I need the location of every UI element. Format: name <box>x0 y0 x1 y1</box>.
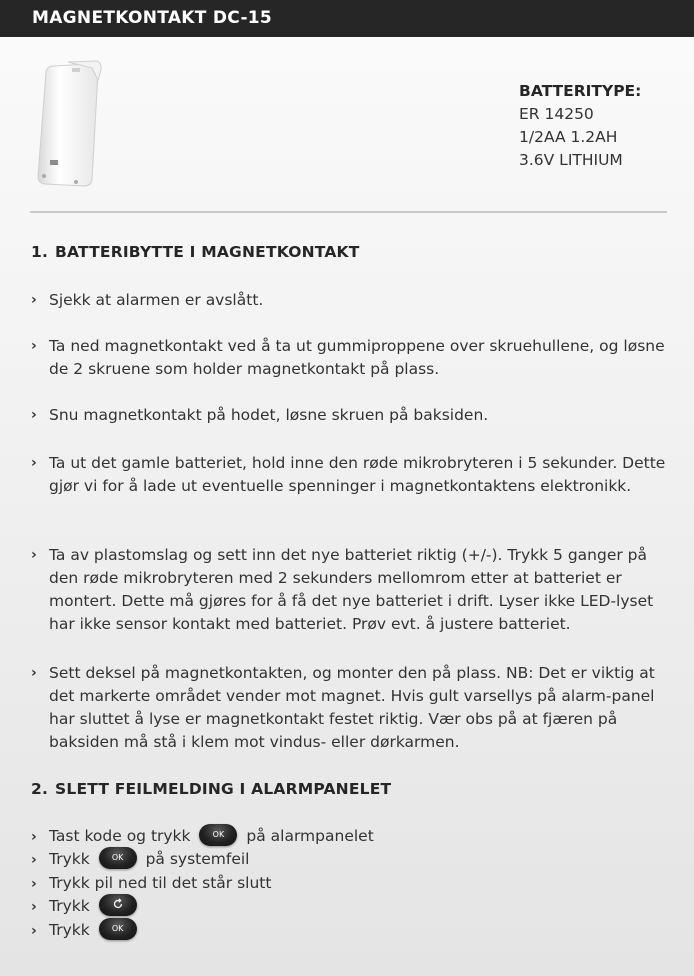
step-text: Trykk <box>49 921 90 939</box>
battery-line: 3.6V LITHIUM <box>519 151 623 169</box>
bullet-arrow-icon: › <box>31 899 37 915</box>
list-item: › Snu magnetkontakt på hodet, løsne skru… <box>31 404 671 427</box>
step-item: › Trykk OK <box>31 918 141 942</box>
bullet-arrow-icon: › <box>31 923 37 939</box>
list-item-text: Ta ned magnetkontakt ved å ta ut gummipr… <box>49 337 665 378</box>
list-item: › Sett deksel på magnetkontakten, og mon… <box>31 662 671 754</box>
bullet-arrow-icon: › <box>31 876 37 892</box>
ok-key-icon: OK <box>98 918 137 940</box>
bullet-arrow-icon: › <box>31 338 37 354</box>
bullet-arrow-icon: › <box>31 455 37 471</box>
step-text: Trykk <box>49 850 90 868</box>
bullet-arrow-icon: › <box>31 829 37 845</box>
step-text: Tast kode og trykk <box>49 827 191 845</box>
ok-key-icon: OK <box>98 847 137 869</box>
list-item: › Ta av plastomslag og sett inn det nye … <box>31 544 671 636</box>
section-title-text: SLETT FEILMELDING I ALARMPANELET <box>55 780 392 798</box>
list-item: › Ta ned magnetkontakt ved å ta ut gummi… <box>31 335 671 381</box>
section-number: 2. <box>31 780 49 798</box>
magnet-contact-image <box>37 60 102 187</box>
battery-info: BATTERITYPE: ER 14250 1/2AA 1.2AH 3.6V L… <box>519 80 641 172</box>
section-1-title: 1. BATTERIBYTTE I MAGNETKONTAKT <box>31 243 360 261</box>
list-item-text: Snu magnetkontakt på hodet, løsne skruen… <box>49 406 489 424</box>
divider <box>30 211 667 213</box>
bullet-arrow-icon: › <box>31 407 37 423</box>
bullet-arrow-icon: › <box>31 292 37 308</box>
bullet-arrow-icon: › <box>31 852 37 868</box>
step-item: › Trykk pil ned til det står slutt <box>31 872 271 895</box>
list-item-text: Ta av plastomslag og sett inn det nye ba… <box>49 546 654 633</box>
bullet-arrow-icon: › <box>31 547 37 563</box>
step-item: › Tast kode og trykk OK på alarmpanelet <box>31 824 374 848</box>
step-text-after: på systemfeil <box>145 850 250 868</box>
step-text: Trykk <box>49 897 90 915</box>
battery-type-title: BATTERITYPE: <box>519 82 642 100</box>
list-item-text: Ta ut det gamle batteriet, hold inne den… <box>49 454 666 495</box>
bullet-arrow-icon: › <box>31 665 37 681</box>
section-number: 1. <box>31 243 49 261</box>
section-2-title: 2. SLETT FEILMELDING I ALARMPANELET <box>31 780 391 798</box>
step-text: Trykk pil ned til det står slutt <box>49 874 272 892</box>
step-text-after: på alarmpanelet <box>246 827 374 845</box>
list-item: › Sjekk at alarmen er avslått. <box>31 289 671 312</box>
header-bar: MAGNETKONTAKT DC-15 <box>0 0 694 37</box>
ok-key-icon: OK <box>199 824 238 846</box>
list-item-text: Sjekk at alarmen er avslått. <box>49 291 264 309</box>
battery-line: 1/2AA 1.2AH <box>519 128 618 146</box>
step-item: › Trykk <box>31 894 141 918</box>
back-arrow-key-icon <box>98 894 137 916</box>
list-item: › Ta ut det gamle batteriet, hold inne d… <box>31 452 671 498</box>
battery-line: ER 14250 <box>519 105 594 123</box>
step-item: › Trykk OK på systemfeil <box>31 847 250 871</box>
page-title: MAGNETKONTAKT DC-15 <box>32 8 273 28</box>
list-item-text: Sett deksel på magnetkontakten, og monte… <box>49 664 655 751</box>
section-title-text: BATTERIBYTTE I MAGNETKONTAKT <box>55 243 360 261</box>
